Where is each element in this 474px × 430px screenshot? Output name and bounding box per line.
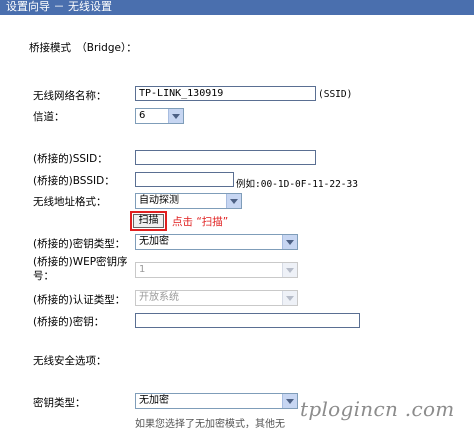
bridge-ssid-input[interactable]: [135, 150, 316, 165]
bridge-bssid-input[interactable]: [135, 172, 234, 187]
bridge-key-type-value: 无加密: [139, 236, 169, 247]
bridge-ssid-label: (桥接的)SSID：: [33, 153, 108, 165]
wep-index-label: (桥接的)WEP密钥序号：: [33, 256, 128, 282]
auth-type-select[interactable]: 开放系统: [135, 290, 298, 306]
watermark: tplogincn .com: [300, 397, 455, 421]
security-note: 如果您选择了无加密模式，其他无: [135, 419, 285, 430]
addr-format-select[interactable]: 自动探测: [135, 193, 242, 209]
auth-type-value: 开放系统: [139, 292, 179, 303]
ssid-input[interactable]: TP-LINK_130919: [135, 86, 316, 101]
wizard-title-bar: 设置向导 － 无线设置: [0, 0, 474, 15]
wep-index-value: 1: [139, 264, 146, 275]
bridge-mode-label: 桥接模式 （Bridge）：: [29, 42, 137, 54]
security-key-type-label: 密钥类型：: [33, 397, 86, 409]
chevron-down-icon: [282, 394, 297, 408]
bridge-key-type-label: (桥接的)密钥类型：: [33, 238, 126, 250]
security-section-label: 无线安全选项：: [33, 355, 107, 367]
chevron-down-icon: [282, 235, 297, 249]
wizard-title: 设置向导 － 无线设置: [6, 0, 112, 13]
security-key-type-value: 无加密: [139, 395, 169, 406]
channel-label: 信道：: [33, 111, 65, 123]
ssid-label: 无线网络名称：: [33, 90, 107, 102]
bridge-key-label: (桥接的)密钥：: [33, 316, 105, 328]
scan-button-highlight: 扫描: [130, 211, 167, 231]
addr-format-value: 自动探测: [139, 195, 179, 206]
scan-button[interactable]: 扫描: [133, 214, 164, 228]
wep-index-select[interactable]: 1: [135, 262, 298, 278]
ssid-suffix: (SSID): [318, 89, 353, 100]
bridge-key-type-select[interactable]: 无加密: [135, 234, 298, 250]
chevron-down-icon: [282, 291, 297, 305]
channel-value: 6: [139, 110, 146, 121]
channel-select[interactable]: 6: [135, 108, 184, 124]
addr-format-label: 无线地址格式：: [33, 196, 107, 208]
bridge-key-input[interactable]: [135, 313, 360, 328]
chevron-down-icon: [282, 263, 297, 277]
bridge-bssid-label: (桥接的)BSSID：: [33, 175, 115, 187]
security-key-type-select[interactable]: 无加密: [135, 393, 298, 409]
chevron-down-icon: [168, 109, 183, 123]
bssid-example: 例如:00-1D-0F-11-22-33: [236, 179, 358, 190]
chevron-down-icon: [226, 194, 241, 208]
auth-type-label: (桥接的)认证类型：: [33, 294, 126, 306]
scan-hint: 点击 “扫描”: [172, 216, 229, 228]
